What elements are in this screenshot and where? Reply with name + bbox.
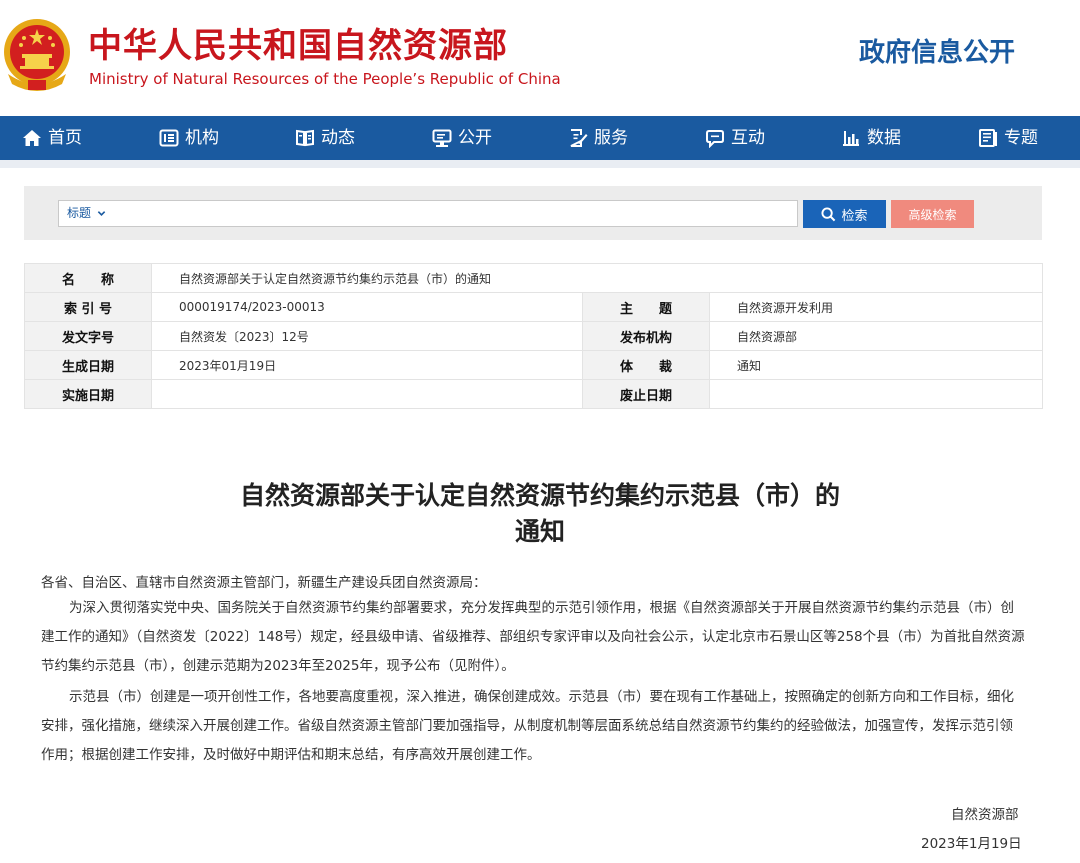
- topic-icon: [979, 129, 997, 147]
- paragraph-text: 示范县（市）创建是一项开创性工作，各地要高度重视，深入推进，确保创建成效。示范县…: [41, 689, 1014, 763]
- gov-info-disclosure-link[interactable]: 政府信息公开: [859, 32, 1015, 69]
- national-emblem-icon: [4, 19, 70, 91]
- nav-item-label: 首页: [48, 128, 82, 148]
- nav-item-label: 数据: [867, 128, 901, 148]
- search-bar: 标题 检索 高级检索: [24, 186, 1042, 240]
- search-icon: [821, 206, 836, 221]
- meta-value-docno: 自然资发〔2023〕12号: [151, 321, 583, 351]
- meta-label-subject: 主 题: [582, 292, 710, 322]
- search-button-label: 检索: [841, 208, 868, 224]
- nav-item-label: 互动: [731, 128, 765, 148]
- search-field-label: 标题: [67, 206, 92, 220]
- nav-item-label: 动态: [321, 128, 355, 148]
- meta-label-effective: 实施日期: [24, 379, 152, 409]
- nav-item-data[interactable]: 数据: [841, 116, 901, 160]
- table-row: 索 引 号 000019174/2023-00013 主 题 自然资源开发利用: [24, 292, 1043, 322]
- nav-item-public[interactable]: 公开: [432, 116, 492, 160]
- meta-label-index: 索 引 号: [24, 292, 152, 322]
- table-row: 实施日期 废止日期: [24, 379, 1043, 409]
- site-header: 中华人民共和国自然资源部 Ministry of Natural Resourc…: [0, 0, 1080, 116]
- meta-value-name: 自然资源部关于认定自然资源节约集约示范县（市）的通知: [151, 263, 1043, 293]
- meta-value-effective: [151, 379, 583, 409]
- advanced-search-button[interactable]: 高级检索: [891, 200, 974, 228]
- main-nav: 首页 机构 动态 公开 服务 互动 数据 专题: [0, 116, 1080, 160]
- nav-item-interact[interactable]: 互动: [705, 116, 765, 160]
- service-icon: [570, 129, 588, 147]
- chevron-down-icon: [97, 211, 106, 216]
- table-row: 发文字号 自然资发〔2023〕12号 发布机构 自然资源部: [24, 321, 1043, 351]
- home-icon: [23, 130, 41, 146]
- meta-value-created: 2023年01月19日: [151, 350, 583, 380]
- nav-item-label: 专题: [1004, 128, 1038, 148]
- data-icon: [843, 131, 859, 146]
- search-field-select[interactable]: 标题: [67, 201, 106, 226]
- article-salutation: 各省、自治区、直辖市自然资源主管部门，新疆生产建设兵团自然资源局：: [41, 575, 487, 591]
- meta-value-genre: 通知: [709, 350, 1043, 380]
- nav-item-org[interactable]: 机构: [159, 116, 219, 160]
- meta-value-repeal: [709, 379, 1043, 409]
- nav-item-service[interactable]: 服务: [568, 116, 628, 160]
- site-title-en: Ministry of Natural Resources of the Peo…: [89, 70, 561, 88]
- nav-item-label: 公开: [458, 128, 492, 148]
- news-icon: [296, 129, 314, 147]
- search-input[interactable]: 标题: [58, 200, 798, 227]
- nav-item-home[interactable]: 首页: [22, 116, 82, 160]
- search-button[interactable]: 检索: [803, 200, 886, 228]
- site-title-cn: 中华人民共和国自然资源部: [88, 26, 508, 66]
- org-icon: [159, 129, 179, 147]
- article-signature: 自然资源部: [951, 807, 1019, 823]
- table-row: 生成日期 2023年01月19日 体 裁 通知: [24, 350, 1043, 380]
- meta-value-issuer: 自然资源部: [709, 321, 1043, 351]
- article-title: 自然资源部关于认定自然资源节约集约示范县（市）的 通知: [0, 478, 1080, 550]
- article-date: 2023年1月19日: [921, 836, 1022, 852]
- meta-label-name: 名 称: [24, 263, 152, 293]
- meta-label-issuer: 发布机构: [582, 321, 710, 351]
- article-paragraph: 为深入贯彻落实党中央、国务院关于自然资源节约集约部署要求，充分发挥典型的示范引领…: [41, 594, 1026, 681]
- public-icon: [432, 129, 452, 147]
- meta-label-repeal: 废止日期: [582, 379, 710, 409]
- article-title-line2: 通知: [514, 517, 565, 546]
- nav-item-label: 机构: [185, 128, 219, 148]
- paragraph-text: 为深入贯彻落实党中央、国务院关于自然资源节约集约部署要求，充分发挥典型的示范引领…: [41, 600, 1025, 674]
- meta-value-subject: 自然资源开发利用: [709, 292, 1043, 322]
- article-title-line1: 自然资源部关于认定自然资源节约集约示范县（市）的: [239, 481, 840, 510]
- nav-divider: [0, 160, 1080, 168]
- meta-label-docno: 发文字号: [24, 321, 152, 351]
- meta-label-genre: 体 裁: [582, 350, 710, 380]
- article-paragraph: 示范县（市）创建是一项开创性工作，各地要高度重视，深入推进，确保创建成效。示范县…: [41, 683, 1026, 770]
- meta-value-index: 000019174/2023-00013: [151, 292, 583, 322]
- meta-label-created: 生成日期: [24, 350, 152, 380]
- chat-icon: [706, 130, 724, 148]
- nav-item-topic[interactable]: 专题: [978, 116, 1038, 160]
- table-row: 名 称 自然资源部关于认定自然资源节约集约示范县（市）的通知: [24, 263, 1043, 293]
- nav-item-label: 服务: [594, 128, 628, 148]
- nav-item-news[interactable]: 动态: [295, 116, 355, 160]
- document-meta-table: 名 称 自然资源部关于认定自然资源节约集约示范县（市）的通知 索 引 号 000…: [24, 263, 1043, 409]
